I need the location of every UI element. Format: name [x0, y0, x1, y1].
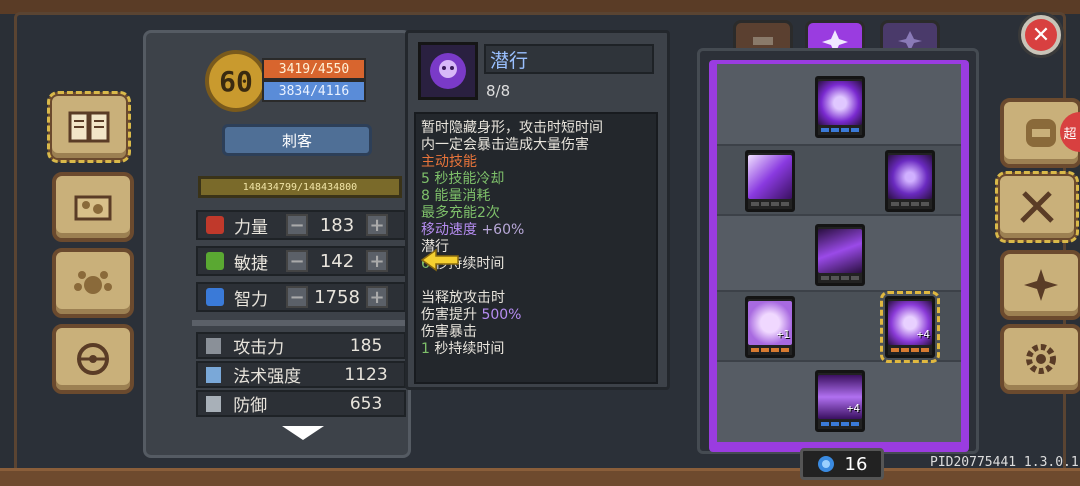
version-label: PID20775441 1.3.0.1 — [930, 455, 1079, 470]
exp-bar: 148434799/148434800 — [198, 176, 402, 198]
skill-level-count: 8/8 — [486, 82, 511, 100]
pointer-arrow-icon — [420, 248, 459, 272]
journal-button[interactable] — [47, 91, 131, 163]
skill-name: 潜行 — [484, 44, 654, 74]
attr-row-attack: 攻击力 185 — [196, 332, 406, 359]
skill-points-counter: 16 — [800, 448, 884, 480]
skill-node-stealth[interactable] — [815, 76, 865, 138]
book-icon — [206, 288, 224, 306]
stat-label: 智力 — [234, 289, 268, 310]
daggers-icon — [818, 229, 862, 273]
skill-node-vortex[interactable] — [885, 150, 935, 212]
increase-button[interactable]: + — [366, 214, 388, 236]
skill-node-slash[interactable] — [745, 150, 795, 212]
bottom-wood-frame — [0, 468, 1080, 486]
hp-bar: 3419/4550 — [262, 58, 366, 80]
scroll-map-icon — [74, 195, 112, 221]
close-button[interactable]: ✕ — [1018, 12, 1064, 58]
attr-row-defense: 防御 653 — [196, 390, 406, 417]
stat-row-agility: 敏捷 − 142 + — [196, 246, 406, 276]
skill-points-value: 16 — [844, 453, 868, 475]
on-attack-line: 当释放攻击时 — [421, 290, 505, 306]
speed-line: 移动速度 +60% — [421, 222, 525, 238]
crit-line: 伤害暴击 — [421, 324, 477, 340]
swirl-icon — [817, 456, 834, 472]
desc-line: 内一定会暴击造成大量伤害 — [421, 137, 589, 153]
attr-value: 1123 — [344, 364, 388, 385]
steering-wheel-icon — [77, 343, 109, 375]
vortex-icon — [888, 155, 932, 199]
level-badge: 60 — [205, 50, 267, 112]
desc-line: 暂时隐藏身形，攻击时短时间 — [421, 120, 603, 136]
attr-label: 防御 — [233, 396, 268, 416]
attr-label: 攻击力 — [233, 338, 285, 358]
active-skill-label: 主动技能 — [421, 154, 477, 170]
decrease-button[interactable]: − — [286, 286, 308, 308]
energy-line: 8 能量消耗 — [421, 188, 491, 204]
stat-value: 142 — [319, 250, 355, 272]
crit-duration-line: 1 秒持续时间 — [421, 341, 505, 357]
node-level-label: +4 — [846, 402, 860, 415]
paw-icon — [74, 271, 112, 294]
skill-node-daggers[interactable] — [815, 224, 865, 286]
pets-button[interactable] — [52, 248, 134, 318]
stat-label: 敏捷 — [234, 253, 268, 274]
node-level-label: +1 — [776, 328, 790, 341]
star-emblem-icon — [1024, 269, 1058, 301]
scroll-down-icon[interactable] — [280, 424, 326, 442]
close-icon: ✕ — [1025, 19, 1057, 51]
fist-icon — [206, 216, 224, 234]
skill-node-smoke[interactable]: +1 — [745, 296, 795, 358]
node-level-label: +4 — [916, 328, 930, 341]
options-button[interactable] — [1000, 324, 1080, 394]
stat-row-strength: 力量 − 183 + — [196, 210, 406, 240]
wand-icon — [206, 366, 222, 383]
shield-icon — [206, 395, 222, 412]
damage-line: 伤害提升 500% — [421, 307, 522, 323]
class-name-plate: 刺客 — [222, 124, 372, 156]
sword-icon — [206, 337, 222, 354]
open-book-icon — [68, 111, 110, 143]
attr-value: 185 — [349, 335, 383, 356]
settings-wheel-button[interactable] — [52, 324, 134, 394]
crossed-swords-icon — [1020, 191, 1054, 223]
stat-label: 力量 — [234, 217, 268, 238]
skills-button[interactable] — [995, 171, 1079, 243]
stat-row-intelligence: 智力 − 1758 + — [196, 282, 406, 312]
decrease-button[interactable]: − — [286, 214, 308, 236]
decrease-button[interactable]: − — [286, 250, 308, 272]
skill-node-selected-stealth[interactable]: +4 — [880, 291, 940, 363]
charges-line: 最多充能2次 — [421, 205, 500, 221]
feather-icon — [206, 252, 224, 270]
slash-icon — [748, 155, 792, 199]
stat-value: 1758 — [314, 286, 360, 308]
skill-node-spirit[interactable]: +4 — [815, 370, 865, 432]
attr-row-spellpower: 法术强度 1123 — [196, 361, 406, 388]
stat-value: 183 — [319, 214, 355, 236]
attr-value: 653 — [349, 393, 383, 414]
stealth-skill-icon — [418, 42, 478, 100]
attr-label: 法术强度 — [233, 367, 302, 387]
shadow-figure-icon — [818, 81, 862, 125]
helmet-icon — [1026, 119, 1056, 147]
cooldown-line: 5 秒技能冷却 — [421, 171, 505, 187]
divider — [192, 320, 406, 326]
gear-icon — [1026, 344, 1056, 374]
talent-button[interactable] — [1000, 250, 1080, 320]
increase-button[interactable]: + — [366, 250, 388, 272]
increase-button[interactable]: + — [366, 286, 388, 308]
mp-bar: 3834/4116 — [262, 80, 366, 102]
map-button[interactable] — [52, 172, 134, 242]
